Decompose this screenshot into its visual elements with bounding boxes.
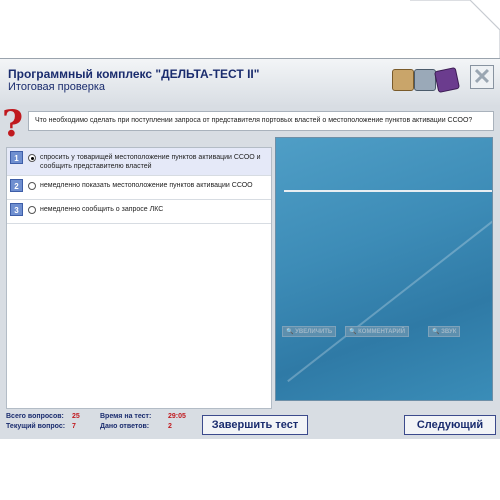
finish-test-button[interactable]: Завершить тест [202, 415, 308, 435]
answer-option-1[interactable]: 1 спросить у товарищей местоположение пу… [7, 148, 271, 176]
answer-option-2[interactable]: 2 немедленно показать местоположение пун… [7, 176, 271, 200]
calculator-icon[interactable] [414, 69, 436, 91]
answer-text: немедленно показать местоположение пункт… [40, 182, 253, 189]
answer-number: 2 [10, 179, 23, 192]
answer-text: спросить у товарищей местоположение пунк… [40, 154, 261, 170]
answer-option-3[interactable]: 3 немедленно сообщить о запросе ЛКС [7, 200, 271, 224]
answered-label: Дано ответов: [100, 423, 150, 430]
sound-button[interactable]: 🔍 ЗВУК [428, 326, 461, 337]
current-question-label: Текущий вопрос: [6, 423, 66, 430]
time-value: 29:05 [168, 413, 186, 420]
answers-list: 1 спросить у товарищей местоположение пу… [6, 147, 272, 409]
total-questions-label: Всего вопросов: [6, 413, 64, 420]
book-icon[interactable] [433, 66, 461, 94]
question-mark-icon: ? [2, 103, 24, 145]
test-application: Программный комплекс "ДЕЛЬТА-ТЕСТ II" Ит… [0, 58, 500, 439]
title-bar: Программный комплекс "ДЕЛЬТА-ТЕСТ II" Ит… [0, 59, 500, 105]
comment-button[interactable]: 🔍 КОММЕНТАРИЙ [345, 326, 410, 337]
footer-bar: Всего вопросов: 25 Текущий вопрос: 7 Вре… [0, 409, 500, 439]
time-label: Время на тест: [100, 413, 152, 420]
app-title: Программный комплекс "ДЕЛЬТА-ТЕСТ II" [8, 67, 260, 81]
app-subtitle: Итоговая проверка [8, 81, 105, 93]
question-text: Что необходимо сделать при поступлении з… [28, 111, 494, 131]
answer-number: 3 [10, 203, 23, 216]
answer-radio[interactable] [28, 206, 36, 214]
image-line [284, 190, 492, 192]
current-question-value: 7 [72, 423, 76, 430]
answer-radio[interactable] [28, 182, 36, 190]
answer-number: 1 [10, 151, 23, 164]
media-image [275, 137, 493, 401]
close-icon[interactable]: ✕ [470, 65, 494, 89]
total-questions-value: 25 [72, 413, 80, 420]
printer-icon[interactable] [392, 69, 414, 91]
next-button[interactable]: Следующий [404, 415, 496, 435]
answer-radio[interactable] [28, 154, 36, 162]
answer-text: немедленно сообщить о запросе ЛКС [40, 206, 164, 213]
zoom-button[interactable]: 🔍 УВЕЛИЧИТЬ [282, 326, 337, 337]
answered-value: 2 [168, 423, 172, 430]
folded-corner [410, 0, 500, 60]
image-streak [287, 195, 492, 383]
